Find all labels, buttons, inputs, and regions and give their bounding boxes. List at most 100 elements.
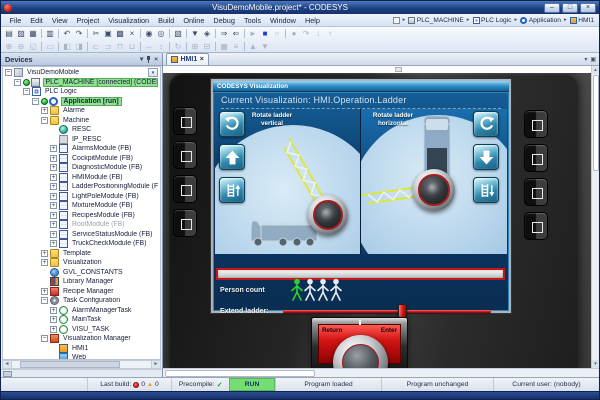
edit-object-icon[interactable]: ◈ <box>201 28 213 39</box>
close-button[interactable]: × <box>580 2 596 13</box>
device-hardware-button[interactable] <box>524 212 548 240</box>
tree-item-servicestatusmodule-fb[interactable]: + ServiceStatusModule (FB) <box>3 229 160 240</box>
menu-edit[interactable]: Edit <box>26 16 48 25</box>
scroll-right-icon[interactable]: ► <box>151 361 160 368</box>
tree-item-recipe-manager[interactable]: + Recipe Manager <box>3 286 160 297</box>
scroll-up-icon[interactable]: ▲ <box>592 66 599 74</box>
minimize-button[interactable]: – <box>544 2 560 13</box>
tree-item-visu-task[interactable]: + VISU_TASK <box>3 324 160 335</box>
arrow-up-button[interactable] <box>219 144 245 170</box>
tree-item-plc-machine-connected-codesys-c[interactable]: − PLC_MACHINE [connected] (CODESYS C <box>3 77 160 88</box>
project-settings-icon[interactable]: ▧ <box>172 28 184 39</box>
tree-item-gvl-constants[interactable]: GVL_CONSTANTS <box>3 267 160 278</box>
find-icon[interactable]: ◉ <box>143 28 155 39</box>
delete-icon[interactable]: × <box>126 28 138 39</box>
save-icon[interactable]: ▦ <box>27 28 39 39</box>
scroll-down-icon[interactable]: ▼ <box>592 360 599 368</box>
tree-scroll-thumb[interactable] <box>20 361 120 368</box>
expander-plus-icon[interactable]: + <box>50 192 57 200</box>
expander-plus-icon[interactable]: + <box>50 173 57 181</box>
expander-plus-icon[interactable]: + <box>50 306 57 314</box>
menu-build[interactable]: Build <box>154 16 179 25</box>
vertical-scroll-thumb[interactable] <box>592 75 599 171</box>
expander-plus-icon[interactable]: + <box>50 202 57 210</box>
login-icon[interactable]: ⇒ <box>218 28 230 39</box>
tree-item-machine[interactable]: − Machine <box>3 115 160 126</box>
breadcrumb-item-plc-machine[interactable]: PLC_MACHINE <box>407 16 464 24</box>
maximize-button[interactable]: □ <box>562 2 578 13</box>
panel-close-icon[interactable]: × <box>154 56 158 63</box>
tree-item-application-run[interactable]: − Application [run] <box>3 96 160 107</box>
device-hardware-button[interactable] <box>173 209 197 237</box>
tree-item-hmi1[interactable]: HMI1 <box>3 343 160 354</box>
expander-plus-icon[interactable]: + <box>50 221 57 229</box>
open-file-icon[interactable]: ▨ <box>15 28 27 39</box>
editor-horizontal-scrollbar[interactable] <box>163 368 599 377</box>
expander-minus-icon[interactable]: − <box>23 88 30 96</box>
tab-hmi1[interactable]: HMI1 × <box>166 53 209 65</box>
undo-icon[interactable]: ↶ <box>61 28 73 39</box>
device-hardware-button[interactable] <box>173 141 197 169</box>
tab-list-dropdown-icon[interactable]: ▾ <box>584 56 587 63</box>
paste-icon[interactable]: ▩ <box>114 28 126 39</box>
tree-item-web[interactable]: Web <box>3 353 160 359</box>
find-next-icon[interactable]: ◎ <box>155 28 167 39</box>
copy-icon[interactable]: ▣ <box>102 28 114 39</box>
tree-item-hmimodule-fb[interactable]: + HMIModule (FB) <box>3 172 160 183</box>
expander-plus-icon[interactable]: + <box>50 164 57 172</box>
devices-view-icon[interactable] <box>3 370 12 377</box>
editor-vertical-scrollbar[interactable]: ▲ ▼ <box>591 66 599 368</box>
tree-item-task-configuration[interactable]: − Task Configuration <box>3 296 160 306</box>
device-hardware-button[interactable] <box>524 144 548 172</box>
tree-item-alarmmanagertask[interactable]: + AlarmManagerTask <box>3 305 160 316</box>
menu-project[interactable]: Project <box>72 16 104 25</box>
expander-plus-icon[interactable]: + <box>50 145 57 153</box>
slider-track[interactable] <box>283 310 491 313</box>
horizontal-scroll-thumb[interactable] <box>165 369 315 377</box>
cut-icon[interactable]: ✂ <box>90 28 102 39</box>
expander-plus-icon[interactable]: + <box>50 154 57 162</box>
breadcrumb-item-plc-logic[interactable]: PLC Logic <box>472 16 513 24</box>
device-hardware-button[interactable] <box>524 110 548 138</box>
tree-item-ip-resc[interactable]: IP_RESC <box>3 134 160 145</box>
print-icon[interactable]: ▥ <box>44 28 56 39</box>
expander-minus-icon[interactable]: − <box>41 297 48 305</box>
scroll-left-icon[interactable]: ◄ <box>3 361 12 368</box>
tree-item-visudemomobile[interactable]: − VisuDemoMobile ▾ <box>3 68 160 78</box>
tree-item-mixturemodule-fb[interactable]: + MixtureModule (FB) <box>3 201 160 211</box>
tree-item-lightpolemodule-fb[interactable]: + LightPoleModule (FB) <box>3 191 160 202</box>
rotate-cw-button[interactable] <box>473 111 499 137</box>
tree-item-cockpitmodule-fb[interactable]: + CockpitModule (FB) <box>3 153 160 164</box>
panel-dropdown-icon[interactable]: ▾ <box>140 55 143 63</box>
stop-icon[interactable]: ■ <box>259 28 271 39</box>
menu-view[interactable]: View <box>47 16 72 25</box>
menu-help[interactable]: Help <box>300 16 324 25</box>
tree-item-plc-logic[interactable]: − PLC Logic <box>3 87 160 97</box>
menu-file[interactable]: File <box>5 16 26 25</box>
expander-minus-icon[interactable]: − <box>5 69 12 77</box>
expander-minus-icon[interactable]: − <box>41 116 48 124</box>
expander-plus-icon[interactable]: + <box>41 107 48 115</box>
expander-plus-icon[interactable]: + <box>41 249 48 257</box>
menu-visualization[interactable]: Visualization <box>104 16 154 25</box>
breadcrumb-item-hmi1[interactable]: HMI1 <box>569 16 595 24</box>
menu-debug[interactable]: Debug <box>209 16 240 25</box>
menu-tools[interactable]: Tools <box>239 16 265 25</box>
devices-view-switch[interactable] <box>1 369 162 377</box>
tab-options-icon[interactable]: ▣ <box>590 56 596 63</box>
tree-item-alarme[interactable]: + Alarme <box>3 106 160 116</box>
device-dropdown-icon[interactable]: ▾ <box>148 68 158 78</box>
tree-horizontal-scrollbar[interactable]: ◄ ► <box>2 360 161 369</box>
tree-item-truckcheckmodule-fb[interactable]: + TruckCheckModule (FB) <box>3 239 160 249</box>
tree-item-maintask[interactable]: + MainTask <box>3 315 160 325</box>
expander-minus-icon[interactable]: − <box>32 97 39 105</box>
tree-item-visualization[interactable]: + Visualization <box>3 258 160 268</box>
ladder-extend-up-button[interactable] <box>219 177 245 203</box>
tree-item-visualization-manager[interactable]: − Visualization Manager <box>3 334 160 344</box>
device-hardware-button[interactable] <box>173 175 197 203</box>
expander-plus-icon[interactable]: + <box>41 287 48 295</box>
expander-plus-icon[interactable]: + <box>50 211 57 219</box>
logout-icon[interactable]: ⇐ <box>230 28 242 39</box>
device-hardware-button[interactable] <box>524 178 548 206</box>
menu-online[interactable]: Online <box>179 16 209 25</box>
